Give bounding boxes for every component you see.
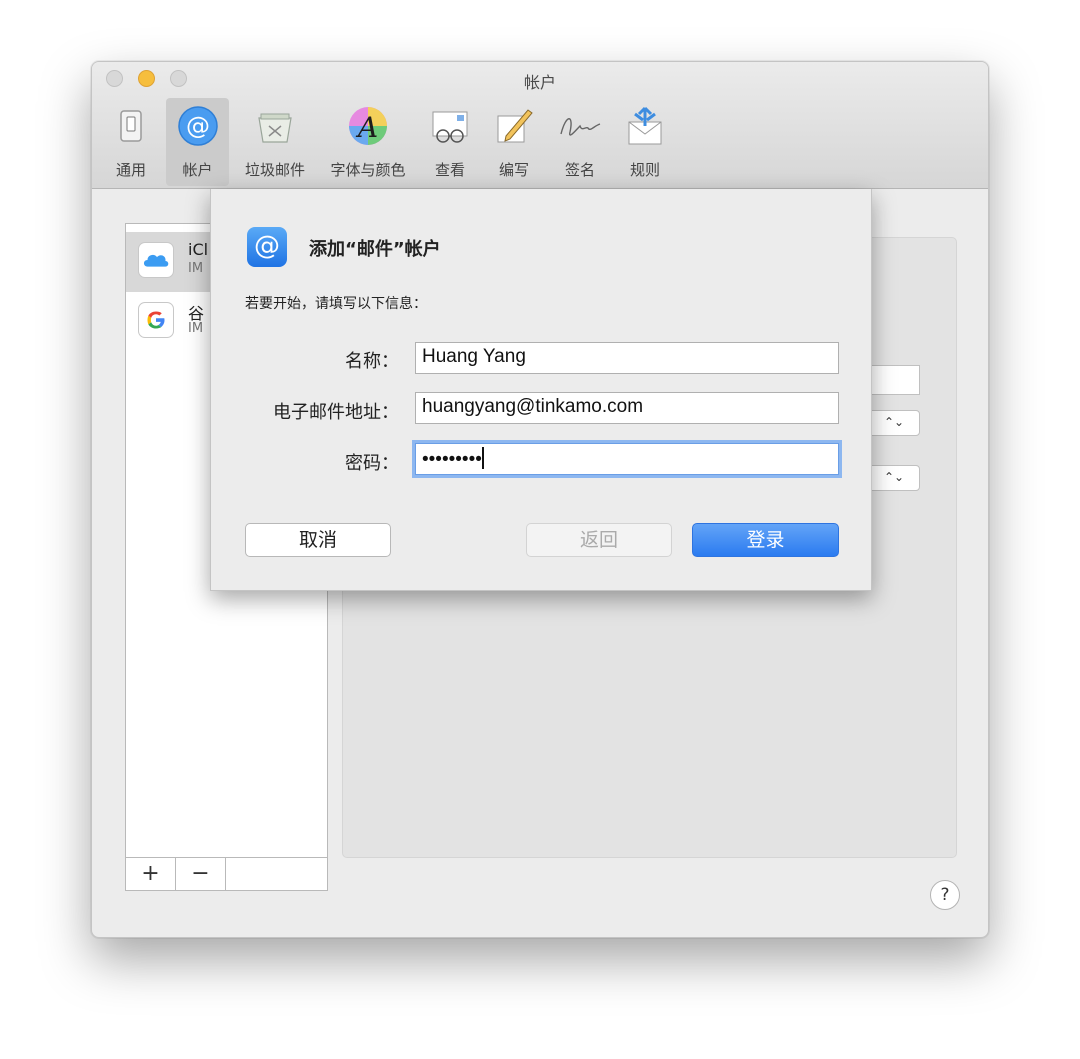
junk-mail-bin-icon [258, 113, 292, 143]
detail-select-2[interactable]: ⌃⌄ [868, 465, 920, 491]
at-sign-icon: @ [247, 227, 287, 267]
rules-envelope-icon [628, 106, 662, 145]
google-icon [138, 302, 174, 338]
tab-general[interactable]: 通用 [106, 98, 156, 186]
list-controls: + − [126, 857, 327, 891]
add-account-sheet: @ 添加“邮件”帐户 若要开始，请填写以下信息： 名称： Huang Yang … [210, 189, 872, 591]
cancel-button[interactable]: 取消 [245, 523, 391, 557]
window-title: 帐户 [523, 73, 556, 92]
add-account-button[interactable]: + [126, 858, 176, 891]
fonts-colors-icon: A [349, 107, 387, 145]
name-input[interactable]: Huang Yang [415, 342, 839, 374]
tab-junk-mail[interactable]: 垃圾邮件 [235, 98, 315, 186]
email-label: 电子邮件地址： [273, 402, 399, 423]
tab-rules[interactable]: 规则 [620, 98, 670, 186]
general-switch-icon [120, 110, 142, 142]
password-value: ••••••••• [422, 449, 482, 470]
account-name: iCl [188, 240, 209, 259]
tab-label: 编写 [498, 161, 529, 179]
help-button[interactable]: ? [930, 880, 960, 910]
tab-label: 通用 [115, 161, 146, 179]
composing-pencil-icon [497, 109, 533, 143]
tab-label: 垃圾邮件 [244, 161, 305, 179]
sheet-description: 若要开始，请填写以下信息： [245, 296, 427, 312]
password-label: 密码： [345, 453, 399, 474]
tab-label: 帐户 [182, 161, 213, 179]
text-caret [481, 447, 484, 469]
tab-signatures[interactable]: 签名 [555, 98, 605, 186]
sheet-title: 添加“邮件”帐户 [309, 239, 441, 260]
svg-text:@: @ [186, 112, 210, 140]
name-label: 名称： [345, 351, 399, 372]
viewing-glasses-icon [432, 111, 468, 143]
sign-in-button[interactable]: 登录 [692, 523, 839, 557]
svg-text:A: A [355, 111, 378, 144]
remove-account-button[interactable]: − [176, 858, 226, 891]
detail-text-field[interactable] [868, 365, 920, 395]
at-sign-icon: @ [177, 106, 218, 146]
toolbar: 帐户 通用 @ 帐户 垃圾邮件 A 字体与颜色 查看 编写 签名 规则 [92, 62, 988, 189]
password-input[interactable]: ••••••••• [412, 440, 842, 478]
tab-label: 规则 [629, 161, 660, 179]
account-type: IM [188, 321, 204, 336]
tab-label: 签名 [564, 161, 595, 179]
signature-icon [560, 118, 601, 136]
account-type: IM [188, 261, 204, 276]
detail-select-1[interactable]: ⌃⌄ [868, 410, 920, 436]
email-input[interactable]: huangyang@tinkamo.com [415, 392, 839, 424]
tab-label: 查看 [434, 161, 465, 179]
icloud-icon [138, 242, 174, 278]
tab-accounts[interactable]: @ 帐户 [166, 98, 229, 186]
tab-fonts-colors[interactable]: A 字体与颜色 [321, 98, 415, 186]
tab-viewing[interactable]: 查看 [425, 98, 475, 186]
tab-composing[interactable]: 编写 [489, 98, 539, 186]
tab-label: 字体与颜色 [330, 161, 406, 179]
back-button[interactable]: 返回 [526, 523, 672, 557]
